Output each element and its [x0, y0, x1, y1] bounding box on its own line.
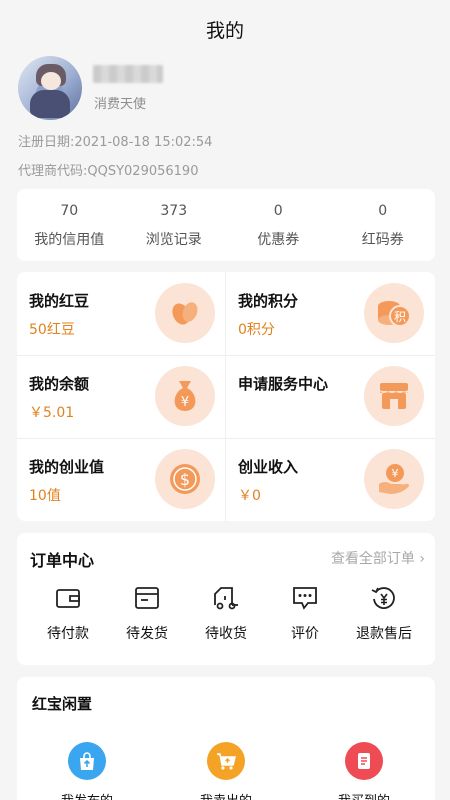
package-box-icon [132, 583, 162, 613]
refund-icon [369, 583, 399, 613]
points-coins-icon: 积 [364, 283, 424, 343]
receipt-icon [345, 742, 383, 780]
order-review[interactable]: 评价 [263, 583, 347, 643]
money-bag-icon: ¥ [155, 366, 215, 426]
idle-marketplace: 红宝闲置 我发布的 我卖出的 我买到的 [17, 677, 435, 800]
asset-value: 0积分 [238, 322, 275, 338]
dollar-coin-icon: $ [155, 449, 215, 509]
stat-label: 浏览记录 [145, 232, 202, 248]
stat-label: 优惠券 [257, 232, 300, 248]
register-date: 注册日期:2021-08-18 15:02:54 [18, 135, 213, 150]
assets-grid: 我的红豆 50红豆 我的积分 0积分 积 我的余额 ￥5.01 ¥ 申请服务中心… [17, 272, 435, 521]
order-center-title: 订单中心 [30, 551, 95, 570]
asset-title: 申请服务中心 [238, 375, 329, 393]
profile-header[interactable]: 消费天使 [18, 56, 438, 122]
view-all-orders-link[interactable]: 查看全部订单 › [331, 548, 425, 568]
stat-label: 红码券 [361, 232, 404, 248]
asset-startup-income[interactable]: 创业收入 ￥0 ¥ [226, 438, 435, 521]
bag-glyph: ¥ [181, 395, 189, 410]
idle-label: 我买到的 [314, 790, 414, 800]
avatar[interactable] [18, 56, 82, 120]
agent-code: 代理商代码:QQSY029056190 [18, 164, 199, 179]
bag-upload-icon [68, 742, 106, 780]
asset-title: 创业收入 [238, 458, 299, 476]
idle-my-bought[interactable]: 我买到的 [314, 742, 414, 800]
truck-icon [211, 583, 241, 613]
order-center: 订单中心 查看全部订单 › 待付款 待发货 待收货 评价 退款售后 [17, 533, 435, 665]
asset-title: 我的红豆 [29, 292, 90, 310]
asset-value: ￥0 [238, 488, 261, 504]
order-pending-shipment[interactable]: 待发货 [105, 583, 189, 643]
idle-label: 我发布的 [37, 790, 137, 800]
stat-credit[interactable]: 70 我的信用值 [17, 189, 122, 261]
order-label: 评价 [291, 626, 319, 642]
asset-red-beans[interactable]: 我的红豆 50红豆 [17, 272, 226, 355]
idle-my-sold[interactable]: 我卖出的 [176, 742, 276, 800]
comment-icon [290, 583, 320, 613]
asset-value: 10值 [29, 488, 61, 504]
asset-title: 我的余额 [29, 375, 90, 393]
order-pending-payment[interactable]: 待付款 [26, 583, 110, 643]
coin-glyph: $ [180, 470, 190, 489]
idle-title: 红宝闲置 [32, 695, 93, 713]
asset-title: 我的积分 [238, 292, 299, 310]
asset-value: 50红豆 [29, 322, 75, 338]
stat-label: 我的信用值 [34, 232, 105, 248]
coin-glyph: 积 [394, 310, 406, 324]
stats-card: 70 我的信用值 373 浏览记录 0 优惠券 0 红码券 [17, 189, 435, 261]
order-label: 待收货 [205, 626, 247, 642]
stat-history[interactable]: 373 浏览记录 [122, 189, 227, 261]
stat-red-code-coupons[interactable]: 0 红码券 [331, 189, 436, 261]
asset-value: ￥5.01 [29, 405, 75, 421]
income-hand-icon: ¥ [364, 449, 424, 509]
idle-label: 我卖出的 [176, 790, 276, 800]
order-label: 退款售后 [356, 626, 412, 642]
apply-service-center[interactable]: 申请服务中心 [226, 355, 435, 438]
stat-value: 0 [273, 203, 283, 219]
asset-points[interactable]: 我的积分 0积分 积 [226, 272, 435, 355]
user-level: 消费天使 [94, 97, 147, 112]
order-label: 待发货 [126, 626, 168, 642]
bean-icon [155, 283, 215, 343]
stat-value: 373 [160, 203, 188, 219]
stat-coupons[interactable]: 0 优惠券 [226, 189, 331, 261]
coin-glyph: ¥ [392, 467, 399, 480]
order-refund-aftersale[interactable]: 退款售后 [342, 583, 426, 643]
stat-value: 0 [378, 203, 388, 219]
stat-value: 70 [60, 203, 79, 219]
page-title: 我的 [205, 19, 244, 42]
idle-my-published[interactable]: 我发布的 [37, 742, 137, 800]
order-pending-receipt[interactable]: 待收货 [184, 583, 268, 643]
asset-balance[interactable]: 我的余额 ￥5.01 ¥ [17, 355, 226, 438]
user-name-redacted [93, 65, 163, 83]
order-label: 待付款 [47, 626, 89, 642]
cart-icon [207, 742, 245, 780]
asset-title: 我的创业值 [29, 458, 105, 476]
top-bar: 我的 [0, 0, 450, 58]
wallet-icon [53, 583, 83, 613]
shop-icon [364, 366, 424, 426]
asset-startup-value[interactable]: 我的创业值 10值 $ [17, 438, 226, 521]
